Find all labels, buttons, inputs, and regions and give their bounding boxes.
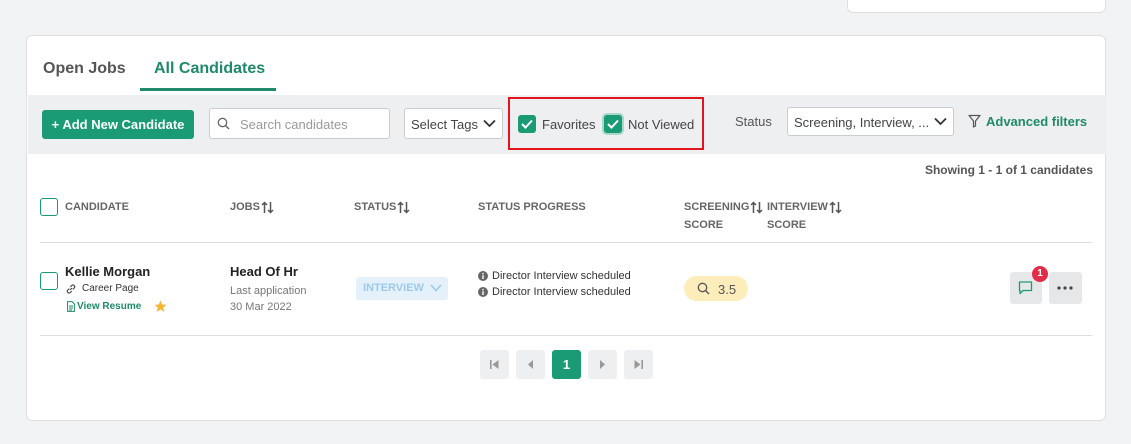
sort-icon (261, 201, 274, 214)
column-header-interview-score-label: SCORE (767, 219, 807, 231)
status-progress-text: Director Interview scheduled (492, 270, 631, 282)
last-application-label: Last application (230, 285, 307, 297)
page-button-current[interactable]: 1 (552, 350, 581, 379)
select-tags-label: Select Tags (411, 117, 478, 132)
chevron-down-icon (483, 119, 496, 128)
checkmark-icon (607, 119, 619, 129)
last-application-date: 30 Mar 2022 (230, 301, 292, 313)
checkmark-icon (521, 119, 533, 129)
row-checkbox[interactable] (40, 272, 58, 290)
filter-toolbar: + Add New Candidate Select Tags Favorite… (28, 95, 1106, 154)
first-page-button[interactable] (480, 350, 509, 379)
candidate-name[interactable]: Kellie Morgan (65, 264, 150, 279)
column-header-screening-label: SCREENING (684, 201, 750, 213)
job-title[interactable]: Head Of Hr (230, 264, 298, 279)
row-divider (40, 335, 1092, 336)
advanced-filters-label: Advanced filters (986, 114, 1088, 129)
not-viewed-label: Not Viewed (628, 117, 695, 132)
column-header-interview-label: INTERVIEW (767, 201, 828, 213)
add-new-candidate-button[interactable]: + Add New Candidate (42, 110, 194, 139)
status-progress-text: Director Interview scheduled (492, 286, 631, 298)
select-tags-dropdown[interactable]: Select Tags (404, 108, 503, 139)
chevron-right-icon (600, 360, 605, 369)
search-input[interactable] (240, 115, 385, 133)
favorites-checkbox[interactable] (518, 115, 536, 133)
last-page-icon (634, 360, 643, 369)
last-page-button[interactable] (624, 350, 653, 379)
star-icon[interactable] (154, 300, 167, 313)
top-card (847, 0, 1106, 13)
sort-icon (829, 201, 842, 214)
column-header-screening-score-label: SCORE (684, 219, 724, 231)
message-count-badge: 1 (1032, 266, 1048, 282)
select-all-checkbox[interactable] (40, 198, 58, 216)
status-filter-value: Screening, Interview, ... (794, 115, 930, 130)
status-value: INTERVIEW (363, 282, 424, 294)
header-divider (40, 242, 1092, 243)
filter-icon (968, 114, 981, 128)
candidates-panel: Open Jobs All Candidates + Add New Candi… (26, 35, 1106, 421)
chevron-down-icon (430, 284, 442, 292)
screening-score-badge[interactable]: 3.5 (684, 276, 748, 301)
first-page-icon (490, 360, 499, 369)
sort-icon (750, 201, 763, 214)
status-dropdown[interactable]: INTERVIEW (356, 277, 448, 300)
column-header-jobs-label: JOBS (230, 201, 260, 213)
status-filter-label: Status (735, 114, 772, 129)
search-icon (697, 282, 710, 295)
chevron-down-icon (934, 117, 947, 126)
chat-bubble-icon (1018, 281, 1033, 295)
favorites-label: Favorites (542, 117, 596, 132)
tab-open-jobs[interactable]: Open Jobs (43, 60, 126, 78)
column-header-candidate: CANDIDATE (65, 198, 129, 216)
view-resume-label: View Resume (77, 301, 142, 312)
tab-all-candidates[interactable]: All Candidates (154, 60, 265, 78)
link-icon (66, 284, 76, 294)
chevron-left-icon (528, 360, 533, 369)
column-header-status[interactable]: STATUS (354, 198, 410, 216)
search-box[interactable] (209, 108, 390, 139)
column-header-screening-score[interactable]: SCREENING SCORE (684, 198, 763, 234)
column-header-jobs[interactable]: JOBS (230, 198, 274, 216)
column-header-status-label: STATUS (354, 201, 397, 213)
info-icon (478, 287, 488, 297)
column-header-candidate-label: CANDIDATE (65, 201, 129, 213)
sort-icon (397, 201, 410, 214)
more-actions-button[interactable] (1049, 272, 1082, 304)
info-icon (478, 271, 488, 281)
previous-page-button[interactable] (516, 350, 545, 379)
results-count: Showing 1 - 1 of 1 candidates (924, 163, 1093, 177)
not-viewed-checkbox[interactable] (604, 115, 622, 133)
screening-score-value: 3.5 (718, 282, 737, 297)
more-horizontal-icon (1057, 286, 1073, 290)
candidate-source-label: Career Page (82, 283, 139, 294)
column-header-interview-score[interactable]: INTERVIEW SCORE (767, 198, 842, 234)
active-tab-indicator (140, 88, 276, 91)
document-icon (67, 301, 75, 312)
search-icon (217, 117, 230, 130)
column-header-status-progress: STATUS PROGRESS (478, 198, 586, 216)
next-page-button[interactable] (588, 350, 617, 379)
status-filter-dropdown[interactable]: Screening, Interview, ... (787, 107, 954, 136)
column-header-status-progress-label: STATUS PROGRESS (478, 201, 586, 213)
